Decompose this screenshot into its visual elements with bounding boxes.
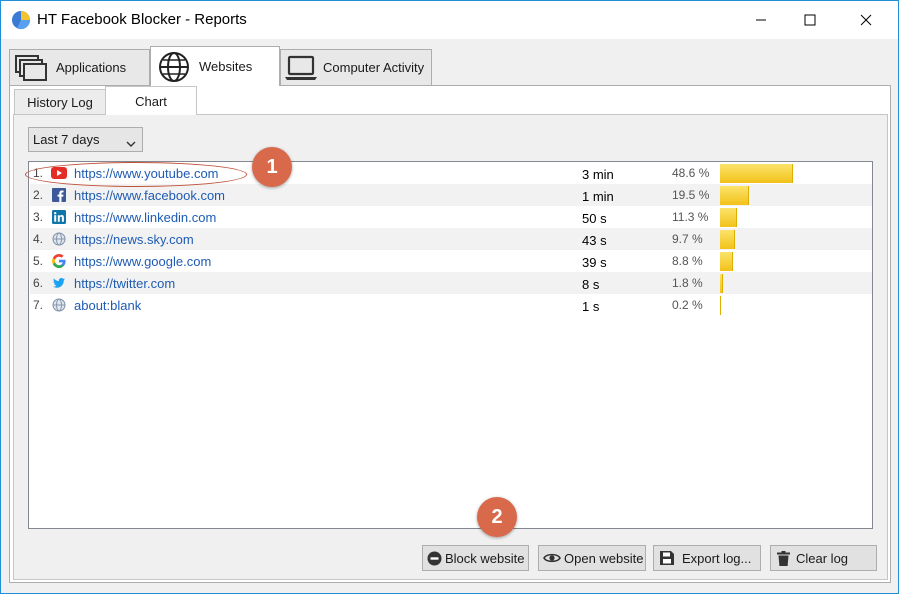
site-duration: 3 min bbox=[582, 167, 614, 182]
site-url-link[interactable]: https://www.linkedin.com bbox=[74, 210, 216, 225]
eye-icon bbox=[543, 552, 561, 564]
table-row[interactable]: 2. https://www.facebook.com 1 min 19.5 % bbox=[30, 184, 872, 206]
site-duration: 1 s bbox=[582, 299, 600, 314]
usage-bar bbox=[720, 164, 793, 183]
usage-bar bbox=[720, 296, 721, 315]
usage-bar bbox=[720, 230, 735, 249]
row-number: 3. bbox=[33, 210, 44, 224]
open-website-label: Open website bbox=[564, 550, 644, 566]
site-url-link[interactable]: https://www.facebook.com bbox=[74, 188, 225, 203]
export-log-button[interactable]: Export log... bbox=[653, 545, 761, 571]
site-percent: 11.3 % bbox=[672, 210, 709, 224]
maximize-icon bbox=[804, 14, 816, 26]
twitter-icon bbox=[51, 275, 67, 291]
table-row[interactable]: 5. https://www.google.com 39 s 8.8 % bbox=[30, 250, 872, 272]
linkedin-icon bbox=[51, 209, 67, 225]
site-url-link[interactable]: about:blank bbox=[74, 298, 141, 313]
globe-icon bbox=[51, 231, 67, 247]
site-duration: 39 s bbox=[582, 255, 607, 270]
site-duration: 43 s bbox=[582, 233, 607, 248]
tab-history-log[interactable]: History Log bbox=[14, 89, 106, 115]
globe-icon bbox=[51, 297, 67, 313]
tab-chart[interactable]: Chart bbox=[105, 86, 197, 115]
tab-history-log-label: History Log bbox=[27, 95, 93, 110]
site-url-link[interactable]: https://www.youtube.com bbox=[74, 166, 219, 181]
floppy-disk-icon bbox=[660, 551, 674, 565]
clear-log-label: Clear log bbox=[796, 550, 849, 566]
app-logo-icon bbox=[11, 10, 31, 30]
table-row[interactable]: 7. about:blank 1 s 0.2 % bbox=[30, 294, 872, 316]
block-icon bbox=[427, 551, 442, 566]
tab-computer-activity-label: Computer Activity bbox=[323, 60, 425, 75]
table-row[interactable]: 3. https://www.linkedin.com 50 s 11.3 % bbox=[30, 206, 872, 228]
youtube-icon bbox=[51, 165, 67, 181]
site-percent: 19.5 % bbox=[672, 188, 710, 202]
site-percent: 0.2 % bbox=[672, 298, 703, 312]
app-window: HT Facebook Blocker - Reports Applicatio… bbox=[0, 0, 899, 594]
export-log-label: Export log... bbox=[682, 550, 752, 566]
site-duration: 50 s bbox=[582, 211, 607, 226]
title-bar: HT Facebook Blocker - Reports bbox=[1, 1, 898, 39]
minimize-button[interactable] bbox=[738, 1, 784, 39]
row-number: 5. bbox=[33, 254, 44, 268]
site-percent: 48.6 % bbox=[672, 166, 710, 180]
table-row[interactable]: 1. https://www.youtube.com 3 min 48.6 % bbox=[30, 162, 872, 184]
usage-bar bbox=[720, 252, 734, 271]
table-row[interactable]: 6. https://twitter.com 8 s 1.8 % bbox=[30, 272, 872, 294]
site-url-link[interactable]: https://www.google.com bbox=[74, 254, 211, 269]
site-percent: 8.8 % bbox=[672, 254, 703, 268]
row-number: 4. bbox=[33, 232, 44, 246]
open-website-button[interactable]: Open website bbox=[538, 545, 646, 571]
table-row[interactable]: 4. https://news.sky.com 43 s 9.7 % bbox=[30, 228, 872, 250]
callout-badge-2: 2 bbox=[477, 497, 517, 537]
row-number: 1. bbox=[33, 166, 44, 180]
google-icon bbox=[51, 253, 67, 269]
block-website-label: Block website bbox=[445, 550, 525, 566]
laptop-icon bbox=[284, 54, 318, 82]
block-website-button[interactable]: Block website bbox=[422, 545, 529, 571]
tab-chart-label: Chart bbox=[135, 93, 167, 109]
period-dropdown[interactable]: Last 7 days bbox=[28, 127, 143, 152]
site-duration: 1 min bbox=[582, 189, 614, 204]
site-percent: 1.8 % bbox=[672, 276, 703, 290]
row-number: 2. bbox=[33, 188, 44, 202]
minimize-icon bbox=[756, 19, 766, 21]
row-number: 6. bbox=[33, 276, 44, 290]
windows-icon bbox=[14, 54, 48, 82]
maximize-button[interactable] bbox=[787, 1, 833, 39]
globe-icon bbox=[157, 50, 191, 84]
period-dropdown-value: Last 7 days bbox=[33, 132, 100, 147]
tab-applications[interactable]: Applications bbox=[9, 49, 150, 85]
window-title: HT Facebook Blocker - Reports bbox=[37, 11, 247, 28]
row-number: 7. bbox=[33, 298, 44, 312]
facebook-icon bbox=[51, 187, 67, 203]
tab-computer-activity[interactable]: Computer Activity bbox=[280, 49, 432, 85]
site-url-link[interactable]: https://twitter.com bbox=[74, 276, 175, 291]
site-percent: 9.7 % bbox=[672, 232, 703, 246]
tab-websites-label: Websites bbox=[199, 59, 253, 74]
callout-badge-1: 1 bbox=[252, 147, 292, 187]
clear-log-button[interactable]: Clear log bbox=[770, 545, 877, 571]
usage-bar bbox=[720, 274, 723, 293]
trash-icon bbox=[777, 550, 790, 566]
usage-bar bbox=[720, 208, 737, 227]
site-url-link[interactable]: https://news.sky.com bbox=[74, 232, 194, 247]
close-button[interactable] bbox=[843, 1, 889, 39]
tab-websites[interactable]: Websites bbox=[150, 46, 280, 86]
chevron-down-icon bbox=[126, 136, 136, 151]
site-duration: 8 s bbox=[582, 277, 600, 292]
usage-bar bbox=[720, 186, 750, 205]
close-icon bbox=[860, 14, 872, 26]
websites-list[interactable]: 1. https://www.youtube.com 3 min 48.6 % … bbox=[28, 161, 873, 529]
tab-applications-label: Applications bbox=[56, 60, 127, 75]
